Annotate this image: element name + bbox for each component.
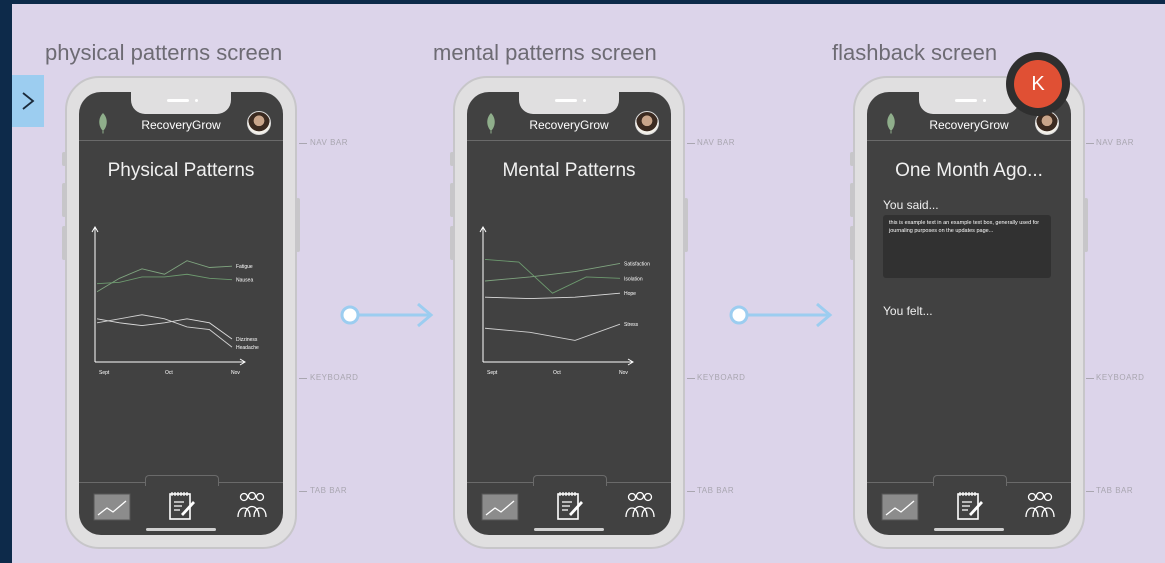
annotation-tick [299,378,307,379]
journal-icon[interactable] [555,489,585,521]
chevron-right-icon [22,92,35,110]
x-tick-label: Nov [619,370,628,376]
keyboard-annotation: KEYBOARD [1096,373,1145,382]
series-line [96,260,233,293]
prototype-connection-arrow[interactable] [727,300,837,330]
x-tick-label: Sept [487,370,498,376]
you-said-label: You said... [883,198,939,212]
series-line [96,314,233,348]
line-chart: Sept Oct Nov Satisfaction Isolation Hope Stres… [479,226,650,376]
community-icon[interactable] [235,491,269,519]
phone-side-button [296,198,300,252]
avatar[interactable] [247,111,271,135]
phone-frame-flashback[interactable]: RecoveryGrow One Month Ago... You said..… [850,76,1088,549]
screen: RecoveryGrow Mental Patterns Sept Oct Nov S… [467,92,671,535]
prototype-connection-arrow[interactable] [338,300,438,330]
annotation-tick [1086,143,1094,144]
phone-side-button [850,152,854,166]
y-axis [91,226,99,362]
phone-side-button [850,183,854,217]
x-tick-label: Nov [231,370,240,376]
page-title: Physical Patterns [107,160,255,181]
x-axis [95,358,246,366]
phone-side-button [684,198,688,252]
series-line [96,273,233,285]
phone-frame-mental[interactable]: RecoveryGrow Mental Patterns Sept Oct Nov S… [450,76,688,549]
annotation-tick [687,378,695,379]
journal-icon[interactable] [167,489,197,521]
screen: RecoveryGrow Physical Patterns Sept Oct No… [79,92,283,535]
collaborator-avatar[interactable]: K [1006,52,1070,116]
series-label: Nausea [236,278,253,284]
page-title: One Month Ago... [895,160,1043,181]
avatar[interactable] [635,111,659,135]
community-icon[interactable] [1023,491,1057,519]
tab-bar [79,475,283,535]
phone-side-button [62,152,66,166]
tab-bar-annotation: TAB BAR [310,486,348,495]
x-tick-label: Oct [553,370,561,376]
nav-bar: RecoveryGrow [467,106,671,141]
phone-frame-physical[interactable]: RecoveryGrow Physical Patterns Sept Oct No… [62,76,300,549]
series-label: Stress [624,322,639,328]
series-label: Isolation [624,276,643,282]
series-label: Fatigue [236,264,253,270]
chart-icon[interactable] [93,493,131,521]
annotation-tick [299,143,307,144]
series-line [484,292,621,300]
journal-icon[interactable] [955,489,985,521]
frame-title-physical[interactable]: physical patterns screen [45,40,282,66]
keyboard-annotation: KEYBOARD [310,373,359,382]
phone-side-button [450,183,454,217]
x-axis [483,358,634,366]
frame-title-mental[interactable]: mental patterns screen [433,40,657,66]
chart-icon[interactable] [481,493,519,521]
line-chart: Sept Oct Nov Fatigue Nausea Dizziness Headache [91,226,259,376]
series-line [484,263,621,282]
tab-bar-annotation: TAB BAR [697,486,735,495]
tab-bar [867,475,1071,535]
home-indicator[interactable] [534,528,604,531]
tab-bar-annotation: TAB BAR [1096,486,1134,495]
nav-bar-annotation: NAV BAR [1096,138,1135,147]
series-label: Dizziness [236,337,258,343]
home-indicator[interactable] [146,528,216,531]
phone-side-button [1084,198,1088,252]
page-title: Mental Patterns [502,160,636,181]
x-tick-label: Sept [99,370,110,376]
nav-bar-annotation: NAV BAR [310,138,349,147]
frame-title-flashback[interactable]: flashback screen [832,40,997,66]
chart-icon[interactable] [881,493,919,521]
nav-bar: RecoveryGrow [79,106,283,141]
community-icon[interactable] [623,491,657,519]
series-label: Hope [624,291,636,297]
phone-side-button [850,226,854,260]
annotation-tick [1086,378,1094,379]
series-label: Satisfaction [624,261,650,267]
x-tick-label: Oct [165,370,173,376]
annotation-tick [299,491,307,492]
series-label: Headache [236,345,259,351]
phone-side-button [450,226,454,260]
nav-bar-annotation: NAV BAR [697,138,736,147]
y-axis [479,226,487,362]
you-felt-label: You felt... [883,304,933,318]
series-line [96,318,233,340]
screen: RecoveryGrow One Month Ago... You said..… [867,92,1071,535]
keyboard-annotation: KEYBOARD [697,373,746,382]
annotation-tick [687,491,695,492]
home-indicator[interactable] [934,528,1004,531]
annotation-tick [1086,491,1094,492]
series-line [484,258,621,294]
tab-bar [467,475,671,535]
phone-side-button [62,183,66,217]
collaborator-initial: K [1014,60,1062,108]
series-line [484,323,621,341]
expand-panel-tab[interactable] [12,75,44,127]
phone-side-button [450,152,454,166]
annotation-tick [687,143,695,144]
journal-entry-box[interactable]: this is example text in an example text … [883,215,1051,278]
phone-side-button [62,226,66,260]
